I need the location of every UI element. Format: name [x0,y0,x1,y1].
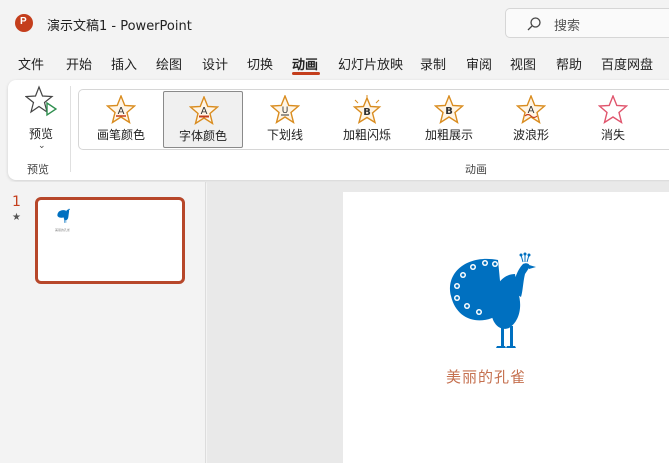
star-a-icon: A [106,95,136,125]
powerpoint-logo-icon: P [15,14,33,32]
tab-help[interactable]: 帮助 [556,54,582,73]
animation-gallery: A 画笔颜色 A 字体颜色 U 下划线 B 加粗闪烁 B 加粗展示 A 波浪形 … [78,89,669,150]
tab-animations[interactable]: 动画 [292,54,318,73]
star-u-icon: U [270,95,300,125]
chevron-down-icon[interactable]: ⌄ [38,141,46,151]
preview-label: 预览 [29,127,54,141]
animation-label: 加粗闪烁 [342,128,391,142]
slide-canvas[interactable]: 美丽的孔雀 [343,192,669,463]
animation-label: 下划线 [266,128,303,142]
search-label: 搜索 [554,19,581,34]
animation-underline[interactable]: U 下划线 [245,91,325,148]
active-tab-indicator [292,72,320,75]
preview-button[interactable]: 预览 ⌄ [18,85,62,155]
tab-baidu-netdisk[interactable]: 百度网盘 [601,54,653,73]
svg-text:B: B [363,107,371,118]
peacock-icon [57,208,70,223]
ribbon-panel: 预览 ⌄ 预览 A 画笔颜色 A 字体颜色 U 下划线 B 加粗闪烁 B 加粗展… [8,80,669,180]
tab-transitions[interactable]: 切换 [247,54,273,73]
animation-brush-color[interactable]: A 画笔颜色 [81,91,161,148]
animation-wave[interactable]: A 波浪形 [491,91,571,148]
animation-disappear[interactable]: 消失 [573,91,653,148]
animation-font-color[interactable]: A 字体颜色 [163,91,243,148]
window-title: 演示文稿1 - PowerPoint [47,19,192,34]
animation-label: 波浪形 [512,128,549,142]
animation-label: 画笔颜色 [96,128,145,142]
tab-design[interactable]: 设计 [202,54,228,73]
slide-thumbnail[interactable]: 美丽的孔雀 [35,197,185,284]
search-box[interactable]: 搜索 [505,8,669,38]
tab-draw[interactable]: 绘图 [156,54,182,73]
animation-bold-reveal[interactable]: B 加粗展示 [409,91,489,148]
animation-star-icon: ★ [12,212,21,223]
animation-label: 消失 [600,128,625,142]
svg-text:A: A [201,106,208,117]
animation-bold-flash[interactable]: B 加粗闪烁 [327,91,407,148]
tab-view[interactable]: 视图 [510,54,536,73]
group-label-preview: 预览 [27,163,49,176]
tab-file[interactable]: 文件 [18,54,44,73]
star-wave-icon: A [516,95,546,125]
slide-caption[interactable]: 美丽的孔雀 [446,366,526,387]
animation-label: 字体颜色 [178,129,227,143]
tab-slideshow[interactable]: 幻灯片放映 [338,54,403,73]
slide-thumbnail-pane: 1 ★ 美丽的孔雀 [0,182,206,463]
thumbnail-caption: 美丽的孔雀 [55,228,71,232]
slide-number: 1 [12,194,21,210]
peacock-image[interactable] [443,252,543,352]
title-bar: P 演示文稿1 - PowerPoint 搜索 [0,0,669,46]
star-b-burst-icon: B [352,95,382,125]
tab-review[interactable]: 审阅 [466,54,492,73]
star-outline-icon [598,95,628,125]
tab-insert[interactable]: 插入 [111,54,137,73]
tab-home[interactable]: 开始 [66,54,92,73]
tab-record[interactable]: 录制 [420,54,446,73]
star-b-icon: B [434,95,464,125]
slide-editor: 美丽的孔雀 [207,182,669,463]
group-divider [70,86,71,172]
star-play-icon [25,85,57,117]
animation-label: 加粗展示 [424,128,473,142]
star-a-underline-icon: A [189,96,219,126]
group-label-animation: 动画 [465,163,487,176]
svg-text:B: B [445,106,453,117]
ribbon-tabs: 文件 开始 插入 绘图 设计 切换 动画 幻灯片放映 录制 审阅 视图 帮助 百… [0,46,669,78]
search-icon [527,17,541,31]
